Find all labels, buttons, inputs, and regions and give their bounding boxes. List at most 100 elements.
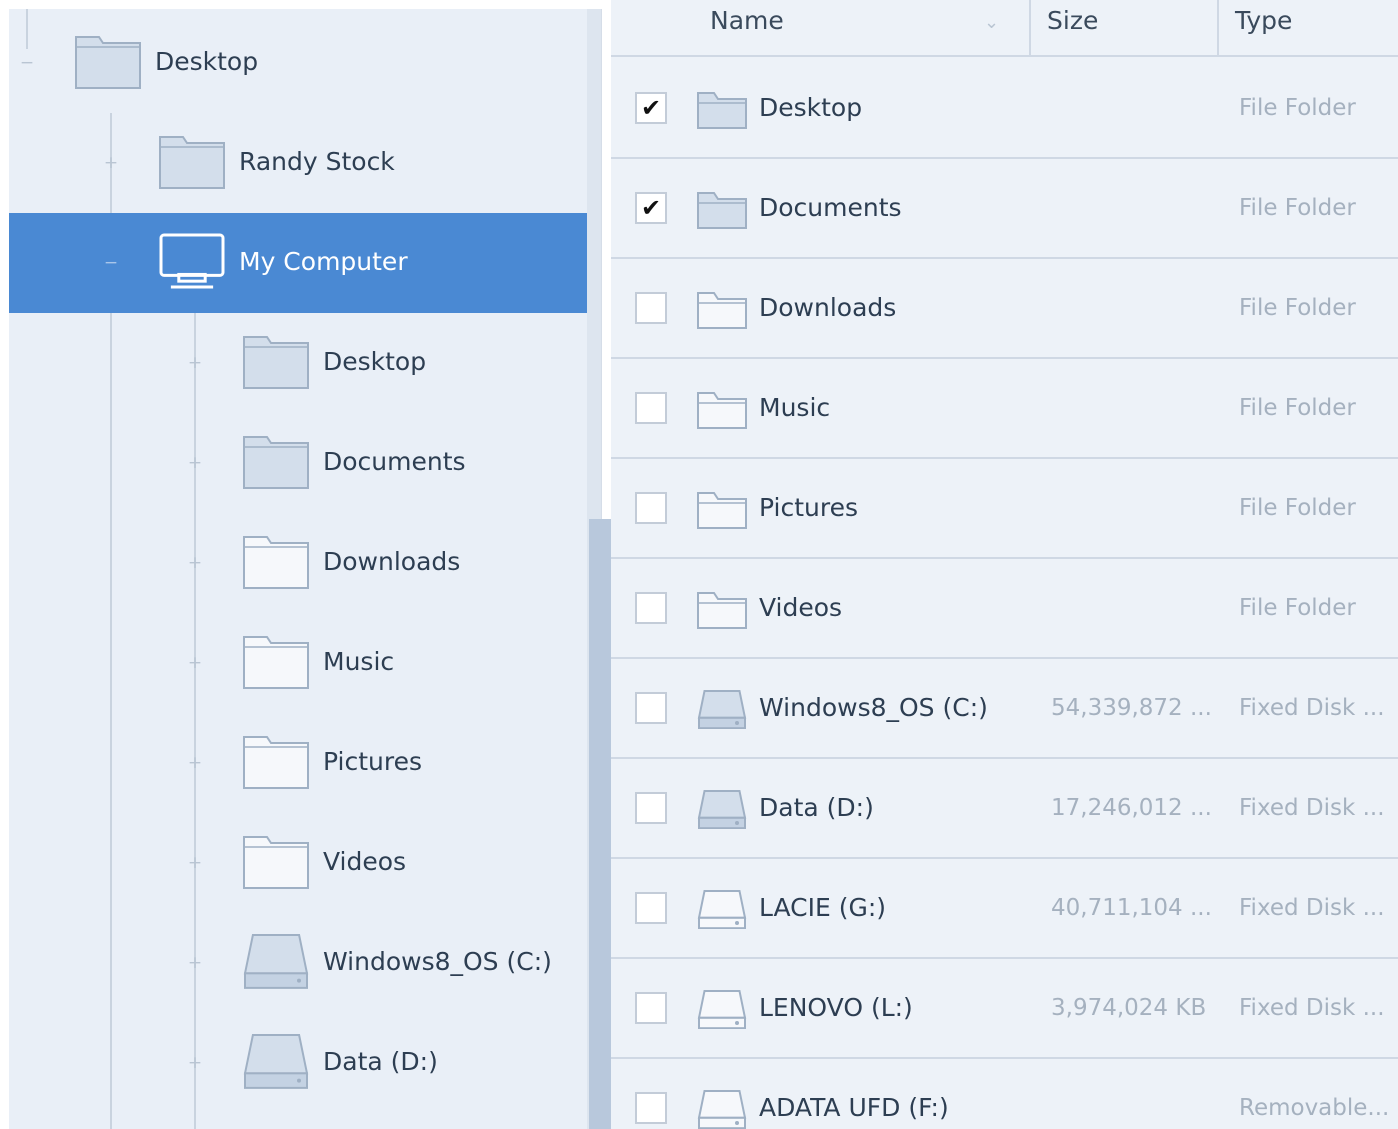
list-item[interactable]: ✔ Desktop File Folder [611,59,1398,159]
item-type: File Folder [1239,395,1356,421]
tree-item-label: Music [323,647,395,676]
tree-item-label: Data (D:) [323,1047,438,1076]
list-item[interactable]: Music File Folder [611,359,1398,459]
drive-outline-icon [697,1089,747,1129]
tree-item-label: My Computer [239,247,408,276]
column-header-type[interactable]: Type [1235,0,1395,55]
item-type: File Folder [1239,295,1356,321]
list-item[interactable]: Windows8_OS (C:) 54,339,872 ... Fixed Disk… [611,659,1398,759]
folder-outline-icon [243,833,309,893]
item-name: Desktop [759,93,863,122]
expand-icon[interactable]: + [187,555,203,572]
tree-item-label: Desktop [155,47,259,76]
tree-item-label: Documents [323,447,466,476]
row-checkbox[interactable] [635,392,667,424]
row-checkbox[interactable] [635,892,667,924]
folder-filled-icon [697,89,747,133]
folder-outline-icon [697,289,747,333]
monitor-icon [159,233,225,293]
list-item[interactable]: ✔ Documents File Folder [611,159,1398,259]
folder-outline-icon [243,633,309,693]
column-header-size[interactable]: Size [1047,0,1217,55]
tree-item[interactable]: + Desktop [9,313,587,413]
list-item[interactable]: ADATA UFD (F:) Removable... [611,1059,1398,1129]
list-header: Name ⌄ Size Type [611,0,1398,57]
item-size: 3,974,024 KB [1051,995,1207,1021]
tree-item[interactable]: + Pictures [9,713,587,813]
item-type: File Folder [1239,95,1356,121]
item-name: Downloads [759,293,897,322]
tree-scrollbar-track[interactable] [589,519,611,1129]
tree-item[interactable]: + Data (D:) [9,1013,587,1113]
item-size: 40,711,104 ... [1051,895,1212,921]
item-name: Videos [759,593,843,622]
drive-outline-icon [697,989,747,1033]
item-type: Fixed Disk ... [1239,995,1385,1021]
column-separator[interactable] [1217,0,1219,55]
expand-icon[interactable]: + [187,1055,203,1072]
row-checkbox[interactable]: ✔ [635,92,667,124]
row-checkbox[interactable] [635,692,667,724]
column-header-name[interactable]: Name [710,0,1030,55]
row-checkbox[interactable] [635,592,667,624]
list-item[interactable]: Downloads File Folder [611,259,1398,359]
item-type: File Folder [1239,595,1356,621]
tree-scrollbar-thumb[interactable] [601,9,611,519]
tree-item[interactable]: + Videos [9,813,587,913]
row-checkbox[interactable]: ✔ [635,192,667,224]
folder-filled-icon [75,33,141,93]
tree-item-label: Windows8_OS (C:) [323,947,552,976]
folder-outline-icon [697,589,747,633]
expand-icon[interactable]: + [187,955,203,972]
item-size: 17,246,012 ... [1051,795,1212,821]
expand-icon[interactable]: + [187,355,203,372]
drive-filled-icon [243,933,309,993]
tree-item-label: Randy Stock [239,147,395,176]
folder-filled-icon [243,433,309,493]
item-type: Fixed Disk ... [1239,695,1385,721]
expand-icon[interactable]: + [103,155,119,172]
collapse-icon[interactable]: − [19,55,35,72]
tree-item[interactable]: + Documents [9,413,587,513]
list-item[interactable]: Data (D:) 17,246,012 ... Fixed Disk ... [611,759,1398,859]
item-name: ADATA UFD (F:) [759,1093,949,1122]
tree-item[interactable]: − Desktop [9,13,587,113]
tree-item[interactable]: − My Computer [9,213,587,313]
expand-icon[interactable]: + [187,855,203,872]
folder-outline-icon [697,489,747,533]
tree-item-label: Downloads [323,547,461,576]
list-item[interactable]: Pictures File Folder [611,459,1398,559]
item-name: Documents [759,193,902,222]
row-checkbox[interactable] [635,292,667,324]
tree-item[interactable]: + Windows8_OS (C:) [9,913,587,1013]
item-size: 54,339,872 ... [1051,695,1212,721]
expand-icon[interactable]: + [187,755,203,772]
collapse-icon[interactable]: − [103,255,119,272]
tree-item[interactable]: + Downloads [9,513,587,613]
folder-outline-icon [243,733,309,793]
list-item[interactable]: LACIE (G:) 40,711,104 ... Fixed Disk ... [611,859,1398,959]
row-checkbox[interactable] [635,492,667,524]
item-type: File Folder [1239,495,1356,521]
column-separator[interactable] [1029,0,1031,55]
tree-item[interactable]: + Music [9,613,587,713]
folder-outline-icon [697,389,747,433]
row-checkbox[interactable] [635,1092,667,1124]
expand-icon[interactable]: + [187,655,203,672]
item-type: Removable... [1239,1095,1390,1121]
row-checkbox[interactable] [635,992,667,1024]
row-checkbox[interactable] [635,792,667,824]
item-name: LENOVO (L:) [759,993,913,1022]
list-item[interactable]: Videos File Folder [611,559,1398,659]
folder-filled-icon [697,189,747,233]
drive-filled-icon [697,789,747,833]
expand-icon[interactable]: + [187,455,203,472]
tree-item[interactable]: + Randy Stock [9,113,587,213]
item-type: Fixed Disk ... [1239,795,1385,821]
item-type: File Folder [1239,195,1356,221]
list-item[interactable]: LENOVO (L:) 3,974,024 KB Fixed Disk ... [611,959,1398,1059]
sort-chevron-down-icon[interactable]: ⌄ [984,12,999,33]
tree-item-label: Videos [323,847,407,876]
drive-outline-icon [697,889,747,933]
folder-outline-icon [243,533,309,593]
